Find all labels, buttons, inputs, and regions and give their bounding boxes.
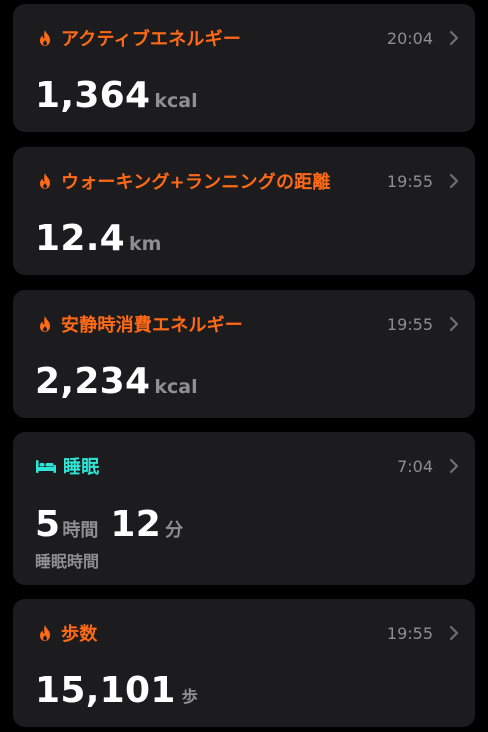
flame-icon — [35, 171, 55, 191]
card-timestamp: 19:55 — [386, 171, 433, 191]
walking-running-distance-card[interactable]: ウォーキング+ランニングの距離 19:55 12.4 km — [13, 147, 475, 275]
card-timestamp: 20:04 — [386, 28, 433, 48]
value-row: 5 時間 12 分 — [35, 507, 195, 543]
sleep-card[interactable]: 睡眠 7:04 5 時間 12 分 睡眠時間 — [13, 432, 475, 585]
sleep-hours-unit: 時間 — [62, 520, 99, 541]
sleep-caption: 睡眠時間 — [35, 552, 100, 571]
sleep-minutes-unit: 分 — [165, 520, 184, 541]
sleep-hours-value: 5 — [35, 504, 61, 545]
chevron-right-icon — [447, 316, 461, 332]
card-timestamp: 19:55 — [386, 623, 433, 643]
value-row: 15,101 歩 — [35, 673, 210, 709]
card-timestamp: 19:55 — [386, 314, 433, 334]
steps-card[interactable]: 歩数 19:55 15,101 歩 — [13, 599, 475, 727]
value-row: 1,364 kcal — [35, 78, 198, 114]
card-header: 安静時消費エネルギー 19:55 — [35, 308, 461, 340]
steps-unit: 歩 — [181, 687, 198, 706]
chevron-right-icon — [447, 625, 461, 641]
resting-energy-card[interactable]: 安静時消費エネルギー 19:55 2,234 kcal — [13, 290, 475, 418]
active-energy-unit: kcal — [154, 90, 198, 112]
card-title: 睡眠 — [63, 457, 100, 478]
active-energy-card[interactable]: アクティブエネルギー 20:04 1,364 kcal — [13, 4, 475, 132]
resting-energy-unit: kcal — [154, 376, 198, 398]
card-title: アクティブエネルギー — [61, 29, 242, 50]
active-energy-value: 1,364 — [35, 75, 151, 116]
value-row: 12.4 km — [35, 221, 161, 257]
chevron-right-icon — [447, 458, 461, 474]
distance-value: 12.4 — [35, 218, 126, 259]
flame-icon — [35, 623, 55, 643]
chevron-right-icon — [447, 173, 461, 189]
bed-icon — [35, 456, 57, 476]
flame-icon — [35, 28, 55, 48]
card-timestamp: 7:04 — [397, 456, 433, 476]
sleep-minutes-value: 12 — [110, 504, 162, 545]
card-header: アクティブエネルギー 20:04 — [35, 22, 461, 54]
card-title: ウォーキング+ランニングの距離 — [61, 172, 331, 193]
card-title: 安静時消費エネルギー — [61, 315, 243, 336]
card-header: 歩数 19:55 — [35, 617, 461, 649]
card-header: ウォーキング+ランニングの距離 19:55 — [35, 165, 461, 197]
steps-value: 15,101 — [35, 670, 176, 711]
card-header: 睡眠 7:04 — [35, 450, 461, 482]
flame-icon — [35, 314, 55, 334]
value-row: 2,234 kcal — [35, 364, 198, 400]
distance-unit: km — [129, 233, 162, 255]
card-title: 歩数 — [61, 624, 98, 645]
chevron-right-icon — [447, 30, 461, 46]
resting-energy-value: 2,234 — [35, 361, 151, 402]
